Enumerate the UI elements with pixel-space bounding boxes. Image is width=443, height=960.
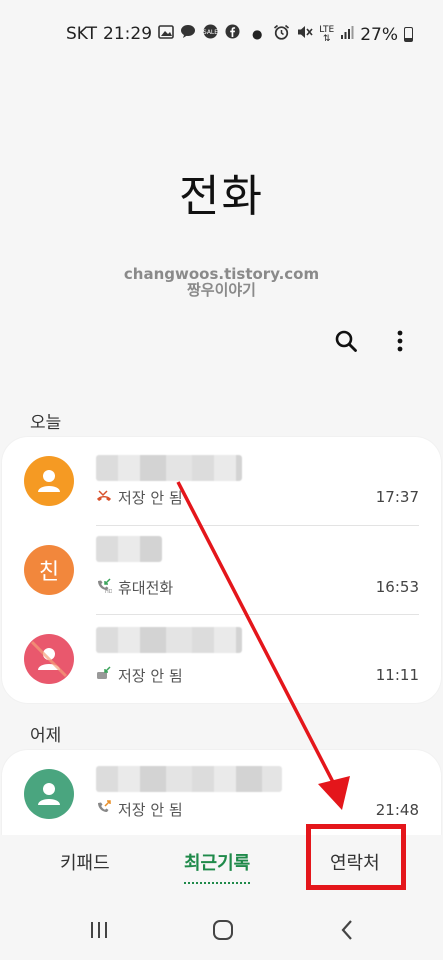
call-log-row[interactable]: 저장 안 됨 17:37 [2, 437, 441, 525]
hd-incoming-call-icon: HD [96, 578, 113, 597]
call-log-card-today: 저장 안 됨 17:37 친 HD 휴대전화 16:53 저장 안 됨 11:1… [2, 437, 441, 703]
sale-icon: SALE [202, 24, 219, 44]
clock: 21:29 [103, 24, 153, 44]
call-log-row[interactable]: 저장 안 됨 11:11 [2, 615, 441, 703]
contact-name-redacted [96, 766, 282, 792]
person-icon [30, 640, 68, 678]
watermark-url: changwoos.tistory.com [123, 265, 320, 283]
alarm-icon [273, 24, 290, 45]
status-left: SKT 21:29 SALE ● [66, 24, 263, 44]
facebook-icon [225, 24, 240, 44]
gallery-icon [158, 24, 174, 44]
call-status-label: 저장 안 됨 [118, 489, 183, 507]
mute-icon [296, 24, 313, 45]
section-label-yesterday: 어제 [30, 726, 62, 746]
call-status: 저장 안 됨 [96, 665, 183, 686]
call-status-label: 저장 안 됨 [118, 801, 183, 819]
section-label-today: 오늘 [30, 413, 62, 433]
avatar [24, 769, 74, 819]
page-title: 전화 [179, 171, 264, 222]
person-icon [38, 470, 60, 492]
more-notifications-icon: ● [252, 27, 263, 41]
tab-keypad-label: 키패드 [60, 853, 110, 874]
svg-text:HD: HD [105, 589, 112, 593]
carrier-label: SKT [66, 24, 98, 44]
home-icon[interactable] [210, 917, 236, 943]
recent-apps-icon[interactable] [86, 917, 112, 943]
avatar-initial: 친 [38, 560, 60, 585]
search-icon[interactable] [333, 328, 359, 354]
more-options-icon[interactable] [387, 328, 413, 354]
tab-active-indicator [184, 882, 251, 884]
tab-recents-label: 최근기록 [184, 853, 251, 874]
tab-keypad[interactable]: 키패드 [60, 849, 110, 875]
tab-recents[interactable]: 최근기록 [184, 849, 251, 884]
avatar [24, 456, 74, 506]
call-status-label: 휴대전화 [118, 579, 174, 597]
lte-label: LTE [319, 24, 335, 35]
avatar [24, 634, 74, 684]
rejected-message-call-icon [96, 666, 112, 685]
call-time: 21:48 [375, 801, 419, 819]
toolbar [333, 328, 413, 354]
back-icon[interactable] [334, 917, 360, 943]
lte-icon: LTE ⇅ [319, 24, 335, 44]
signal-icon [340, 25, 354, 44]
avatar: 친 [24, 545, 74, 595]
call-status: 저장 안 됨 [96, 799, 183, 820]
call-status: 저장 안 됨 [96, 487, 183, 508]
person-icon [38, 783, 60, 805]
call-time: 17:37 [375, 488, 419, 506]
contact-name-redacted [96, 536, 162, 562]
status-right: LTE ⇅ 27% [273, 24, 413, 45]
watermark-blog-name: 짱우이야기 [186, 281, 256, 299]
battery-icon [404, 27, 413, 42]
battery-percent: 27% [360, 24, 398, 45]
call-time: 11:11 [375, 666, 419, 684]
contact-name-redacted [96, 455, 242, 481]
contact-name-redacted [96, 627, 242, 653]
chat-icon [180, 24, 196, 44]
missed-call-icon [96, 489, 112, 507]
call-status: HD 휴대전화 [96, 577, 173, 598]
annotation-highlight-box [306, 824, 406, 890]
status-bar: SKT 21:29 SALE ● LTE ⇅ 27% [0, 0, 443, 68]
svg-text:SALE: SALE [203, 29, 218, 36]
call-log-row[interactable]: 친 HD 휴대전화 16:53 [2, 526, 441, 614]
system-nav-bar [0, 905, 443, 957]
call-time: 16:53 [375, 578, 419, 596]
watermark: changwoos.tistory.com 짱우이야기 [0, 266, 443, 298]
call-status-label: 저장 안 됨 [118, 667, 183, 685]
outgoing-call-icon [96, 800, 112, 819]
